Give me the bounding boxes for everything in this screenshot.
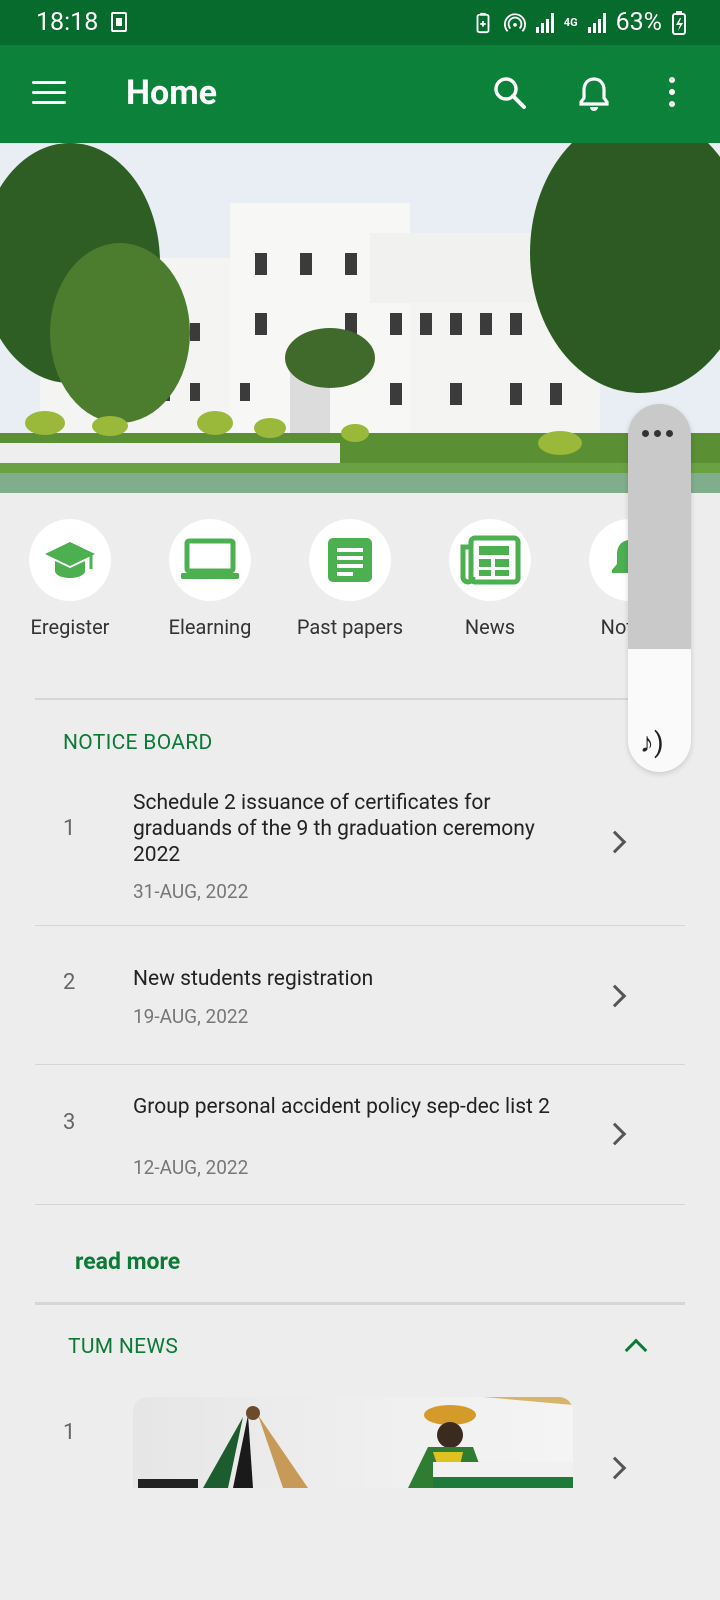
list-separator <box>35 1064 685 1065</box>
section-divider <box>35 1302 685 1305</box>
notice-number: 1 <box>63 816 76 841</box>
notice-item[interactable]: 2 New students registration 19-AUG, 2022 <box>35 966 685 1066</box>
list-separator <box>35 1204 685 1205</box>
quick-link-eregister[interactable]: Eregister <box>5 519 135 639</box>
menu-icon[interactable] <box>32 81 66 107</box>
chevron-up-icon[interactable] <box>624 1338 648 1362</box>
battery-saver-icon <box>476 12 490 33</box>
news-thumbnail[interactable] <box>133 1397 573 1488</box>
chevron-right-icon <box>603 1122 627 1146</box>
notice-date: 31-AUG, 2022 <box>133 880 249 903</box>
notice-date: 19-AUG, 2022 <box>133 1005 249 1028</box>
notifications-bell-icon[interactable] <box>576 75 612 113</box>
signal-icon-1 <box>535 12 554 33</box>
notice-item[interactable]: 3 Group personal accident policy sep-dec… <box>35 1094 685 1204</box>
news-section-title: TUM NEWS <box>68 1335 179 1359</box>
chevron-right-icon <box>603 830 627 854</box>
notice-title: Schedule 2 issuance of certificates for … <box>133 791 535 867</box>
list-separator <box>35 925 685 926</box>
quick-link-news[interactable]: News <box>425 519 555 639</box>
quick-link-label: Past papers <box>296 615 404 639</box>
hotspot-icon <box>503 12 526 32</box>
notice-board-title: NOTICE BOARD <box>63 731 213 755</box>
app-bar: Home <box>0 45 720 143</box>
status-time: 18:18 <box>36 8 99 37</box>
signal-icon-2 <box>587 12 606 33</box>
status-icons: 4G 63% <box>472 8 686 37</box>
quick-link-label: News <box>464 615 516 639</box>
notice-title: New students registration <box>133 967 374 991</box>
battery-charging-icon <box>672 10 686 35</box>
document-icon <box>309 519 391 601</box>
read-more-link[interactable]: read more <box>75 1248 180 1275</box>
news-number: 1 <box>63 1420 76 1445</box>
quick-link-elearning[interactable]: Elearning <box>145 519 275 639</box>
page-title: Home <box>126 73 218 113</box>
search-icon[interactable] <box>492 75 528 111</box>
status-bar: 18:18 4G 63% <box>0 0 720 45</box>
floating-sound-panel[interactable]: ♪) <box>628 404 691 772</box>
notice-number: 2 <box>63 970 76 995</box>
campus-hero-image <box>0 143 720 493</box>
laptop-icon <box>169 519 251 601</box>
quick-link-label: Elearning <box>168 615 252 639</box>
chevron-right-icon <box>603 1456 627 1480</box>
news-photo-illustration <box>138 1397 573 1488</box>
notice-title: Group personal accident policy sep-dec l… <box>133 1095 550 1119</box>
notice-item[interactable]: 1 Schedule 2 issuance of certificates fo… <box>35 790 685 924</box>
quick-links-row: Eregister Elearning Past papers News Not… <box>0 519 720 649</box>
graduation-cap-icon <box>29 519 111 601</box>
panel-more-icon[interactable] <box>642 430 673 437</box>
battery-percent: 63% <box>615 8 662 37</box>
notice-date: 12-AUG, 2022 <box>133 1156 249 1179</box>
sound-note-icon[interactable]: ♪) <box>640 726 664 759</box>
section-divider <box>35 698 685 700</box>
quick-link-label: Eregister <box>30 615 110 639</box>
network-type-label: 4G <box>563 16 578 29</box>
notice-number: 3 <box>63 1110 76 1135</box>
chevron-right-icon <box>603 984 627 1008</box>
quick-link-past-papers[interactable]: Past papers <box>285 519 415 639</box>
newspaper-icon <box>449 519 531 601</box>
sim-card-icon <box>111 12 127 32</box>
more-options-icon[interactable] <box>666 77 678 109</box>
campus-building-illustration <box>0 143 720 493</box>
